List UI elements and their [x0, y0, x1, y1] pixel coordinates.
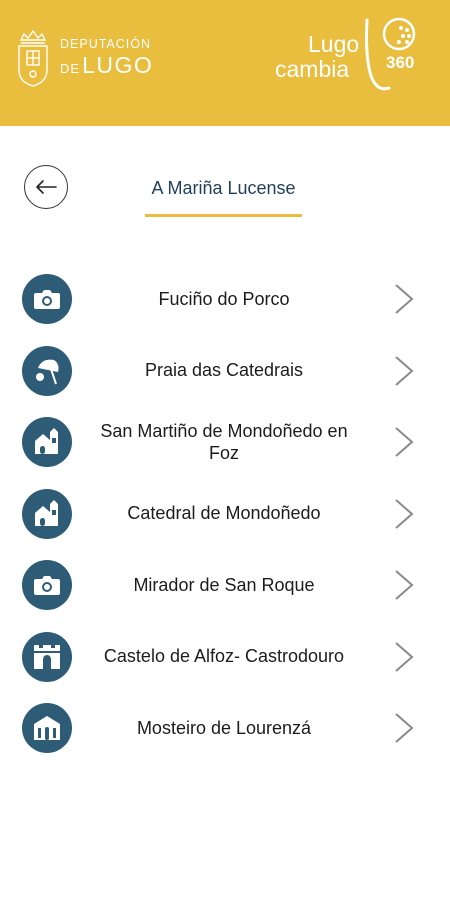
deputacion-line1: DEPUTACIÓN [60, 37, 152, 51]
chevron-right-icon [395, 641, 414, 672]
chevron-right-icon [395, 570, 414, 600]
list-item-castelo-de-alfoz[interactable]: Castelo de Alfoz- Castrodouro [0, 621, 450, 693]
castle-icon [22, 631, 72, 682]
chevron-right-icon [395, 498, 414, 529]
deputacion-lugo: LUGO [82, 52, 154, 78]
list-item-fucino-do-porco[interactable]: Fuciño do Porco [0, 263, 450, 335]
chevron-right-icon [395, 355, 414, 386]
list-item-label: Mirador de San Roque [133, 574, 315, 595]
logo-cambia-text: cambia [275, 56, 350, 82]
list-item-praia-das-catedrais[interactable]: Praia das Catedrais [0, 335, 450, 407]
monastery-icon [22, 703, 72, 753]
deputacion-logo: DEPUTACIÓN DE LUGO [14, 26, 153, 88]
list-item-label: San Martiño de Mondoñedo en Foz [100, 420, 348, 463]
list-item-label: Praia das Catedrais [144, 360, 304, 381]
list-item-label: Mosteiro de Lourenzá [136, 717, 312, 738]
page-title: A Mariña Lucense [151, 178, 296, 198]
lugo-cambia-360-logo: Lugo cambia 360 [275, 14, 440, 96]
arrow-left-icon [36, 180, 57, 194]
list-item-mosteiro-de-lourenza[interactable]: Mosteiro de Lourenzá [0, 692, 450, 764]
list-item-san-martino-de-mondonedo[interactable]: San Martiño de Mondoñedo en Foz [0, 406, 450, 478]
crest-icon [18, 29, 48, 87]
list-item-mirador-de-san-roque[interactable]: Mirador de San Roque [0, 549, 450, 621]
places-list: Fuciño do Porco Praia das Catedrais San … [0, 263, 450, 764]
deputacion-wordmark: DEPUTACIÓN DE LUGO [60, 37, 153, 77]
logo-360-text: 360 [386, 53, 415, 72]
beach-umbrella-icon [22, 345, 72, 396]
chevron-right-icon [395, 427, 414, 457]
list-item-label: Castelo de Alfoz- Castrodouro [103, 646, 345, 667]
camera-icon [22, 560, 72, 610]
list-item-label: Catedral de Mondoñedo [127, 503, 321, 524]
chevron-right-icon [395, 713, 414, 743]
app-header: DEPUTACIÓN DE LUGO Lugo cambia 360 [0, 0, 450, 126]
list-item-label: Fuciño do Porco [158, 288, 290, 309]
title-underline [145, 214, 302, 217]
church-icon [22, 417, 72, 467]
logo-lugo-text: Lugo [308, 31, 360, 57]
back-button[interactable] [24, 165, 68, 209]
deputacion-de: DE [60, 61, 81, 76]
church-icon [22, 488, 72, 539]
chevron-right-icon [395, 284, 414, 314]
list-item-catedral-de-mondonedo[interactable]: Catedral de Mondoñedo [0, 478, 450, 550]
camera-icon [22, 274, 72, 324]
